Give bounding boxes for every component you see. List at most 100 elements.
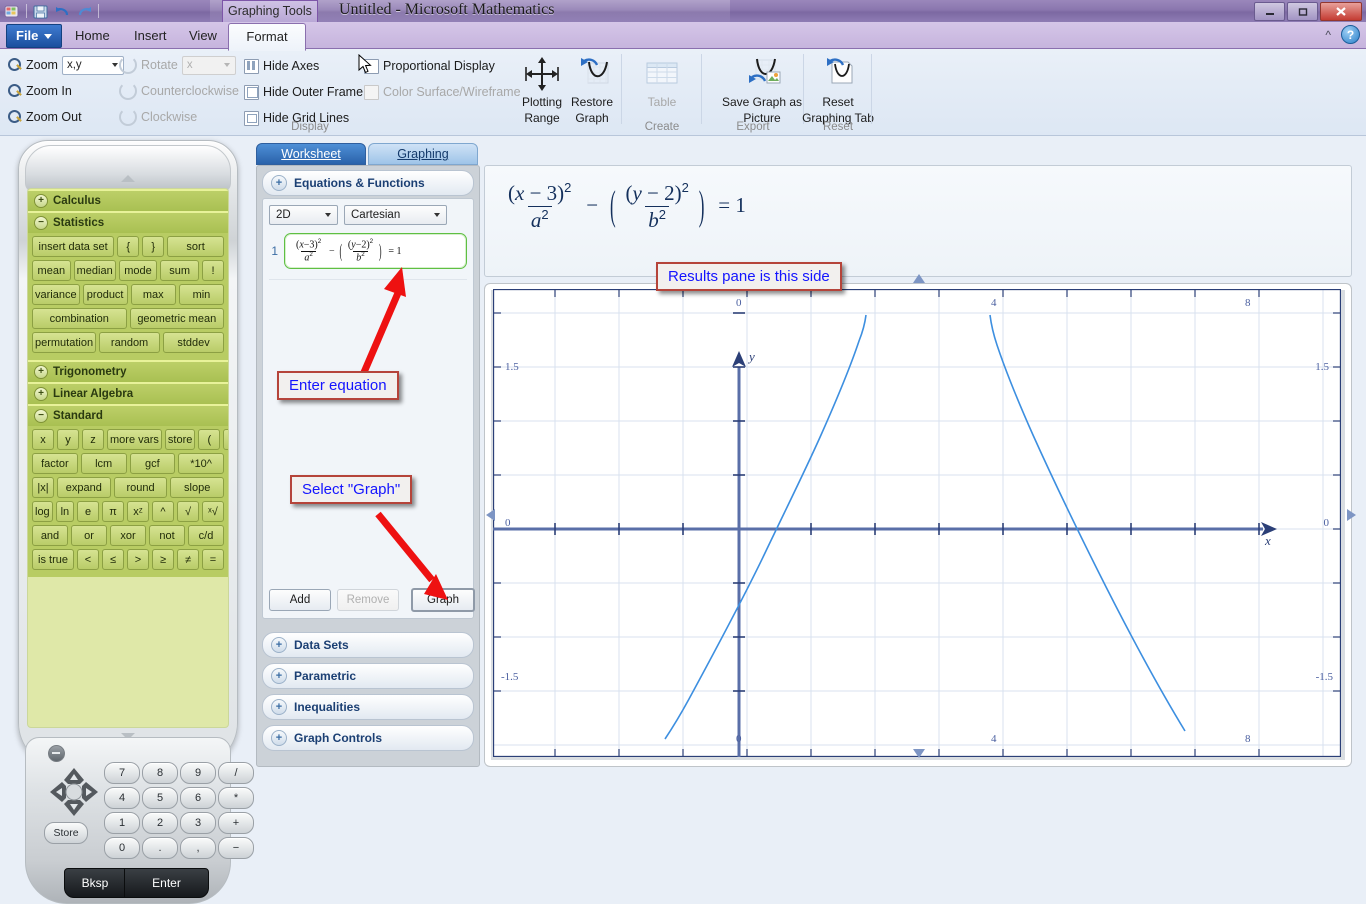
- calc-key[interactable]: log: [32, 501, 53, 522]
- calc-key[interactable]: store: [164, 429, 196, 450]
- zoom-label[interactable]: Zoom: [26, 58, 58, 72]
- calc-key[interactable]: !: [202, 260, 224, 281]
- scroll-up-icon[interactable]: [121, 175, 135, 182]
- equations-functions-header[interactable]: + Equations & Functions: [262, 170, 474, 196]
- save-icon[interactable]: [32, 3, 49, 20]
- pan-down-button[interactable]: [913, 749, 925, 758]
- calc-section-trigonometry[interactable]: + Trigonometry: [28, 360, 228, 382]
- close-button[interactable]: [1320, 2, 1362, 21]
- calc-key[interactable]: slope: [170, 477, 225, 498]
- window-controls[interactable]: [1254, 2, 1362, 21]
- calc-key[interactable]: mode: [118, 260, 158, 281]
- keypad-key[interactable]: 4: [104, 787, 140, 809]
- quick-access-toolbar[interactable]: [4, 1, 99, 21]
- tab-insert[interactable]: Insert: [121, 23, 180, 48]
- calc-key[interactable]: min: [178, 284, 224, 305]
- hide-axes-row[interactable]: Hide Axes: [244, 55, 363, 77]
- calc-key[interactable]: sum: [160, 260, 199, 281]
- calc-key[interactable]: or: [71, 525, 107, 546]
- keypad-key[interactable]: −: [218, 837, 254, 859]
- calc-key[interactable]: ˣ√: [202, 501, 224, 522]
- accordion-graph-controls[interactable]: + Graph Controls: [262, 725, 474, 751]
- restore-graph-button[interactable]: Restore Graph: [556, 50, 628, 137]
- calc-key[interactable]: variance: [32, 284, 80, 305]
- accordion-inequalities[interactable]: + Inequalities: [262, 694, 474, 720]
- undo-icon[interactable]: [54, 3, 71, 20]
- calc-key[interactable]: ): [223, 429, 228, 450]
- calc-key[interactable]: factor: [32, 453, 78, 474]
- calc-key[interactable]: mean: [32, 260, 71, 281]
- keypad-key[interactable]: 5: [142, 787, 178, 809]
- collapse-ribbon-icon[interactable]: ^: [1325, 28, 1331, 42]
- pan-left-button[interactable]: [486, 509, 495, 521]
- calc-key[interactable]: √: [177, 501, 199, 522]
- pan-up-button[interactable]: [913, 274, 925, 283]
- keypad-key[interactable]: 9: [180, 762, 216, 784]
- calc-key[interactable]: =: [202, 549, 224, 570]
- tab-file[interactable]: File: [6, 24, 63, 48]
- calc-key[interactable]: (: [198, 429, 221, 450]
- add-button[interactable]: Add: [269, 589, 331, 611]
- keypad-key[interactable]: +: [218, 812, 254, 834]
- zoom-in-row[interactable]: Zoom In: [8, 80, 124, 102]
- calc-key[interactable]: xᶻ: [127, 501, 149, 522]
- calc-key[interactable]: more vars: [107, 429, 162, 450]
- tab-worksheet[interactable]: Worksheet: [256, 143, 366, 165]
- keypad-key[interactable]: 7: [104, 762, 140, 784]
- calc-key[interactable]: product: [82, 284, 128, 305]
- keypad-key[interactable]: 3: [180, 812, 216, 834]
- calc-key[interactable]: π: [102, 501, 124, 522]
- keypad-key[interactable]: *: [218, 787, 254, 809]
- keypad-key[interactable]: 8: [142, 762, 178, 784]
- zoom-axis-combo[interactable]: x,y: [61, 55, 124, 75]
- calc-section-linear-algebra[interactable]: + Linear Algebra: [28, 382, 228, 404]
- ribbon-help-bar[interactable]: ^ ?: [1325, 25, 1360, 44]
- zoom-out-row[interactable]: Zoom Out: [8, 106, 124, 128]
- calc-key[interactable]: <: [77, 549, 99, 570]
- help-icon[interactable]: ?: [1341, 25, 1360, 44]
- calc-section-calculus[interactable]: + Calculus: [28, 189, 228, 211]
- calc-key[interactable]: xor: [110, 525, 146, 546]
- graph-canvas[interactable]: y x 1.5 0 -1.5 1.5 0 -1.5 0 4 8 0 4 8: [492, 288, 1342, 758]
- calc-key[interactable]: is true: [32, 549, 74, 570]
- calc-key[interactable]: median: [73, 260, 116, 281]
- minimize-button[interactable]: [1254, 2, 1285, 21]
- calc-key[interactable]: {: [117, 236, 140, 257]
- keypad-key[interactable]: /: [218, 762, 254, 784]
- calc-key[interactable]: combination: [32, 308, 127, 329]
- keypad-key[interactable]: 1: [104, 812, 140, 834]
- calc-key[interactable]: *10^: [178, 453, 224, 474]
- calc-key[interactable]: geometric mean: [129, 308, 224, 329]
- pan-right-button[interactable]: [1347, 509, 1356, 521]
- redo-icon[interactable]: [76, 3, 93, 20]
- accordion-parametric[interactable]: + Parametric: [262, 663, 474, 689]
- calc-key[interactable]: stddev: [163, 332, 224, 353]
- keypad-key[interactable]: 6: [180, 787, 216, 809]
- calc-key[interactable]: permutation: [32, 332, 97, 353]
- calc-key[interactable]: y: [57, 429, 79, 450]
- calc-key[interactable]: not: [149, 525, 185, 546]
- calc-key[interactable]: c/d: [188, 525, 224, 546]
- calc-key[interactable]: max: [130, 284, 176, 305]
- calc-key[interactable]: lcm: [80, 453, 127, 474]
- calc-key[interactable]: ≠: [177, 549, 199, 570]
- keypad-key[interactable]: 2: [142, 812, 178, 834]
- app-icon[interactable]: [4, 3, 21, 20]
- coordinate-system-select[interactable]: Cartesian: [344, 205, 447, 225]
- calc-key[interactable]: gcf: [129, 453, 176, 474]
- calc-key[interactable]: |x|: [32, 477, 54, 498]
- calc-section-statistics[interactable]: − Statistics: [28, 211, 228, 233]
- calc-key[interactable]: expand: [57, 477, 111, 498]
- tab-graphing[interactable]: Graphing: [368, 143, 478, 165]
- calc-key[interactable]: sort: [167, 236, 224, 257]
- calc-key[interactable]: z: [82, 429, 104, 450]
- keypad-key[interactable]: 0: [104, 837, 140, 859]
- calc-key[interactable]: e: [77, 501, 99, 522]
- proportional-display-row[interactable]: Proportional Display: [364, 55, 521, 77]
- dpad-icon[interactable]: [48, 766, 100, 818]
- calc-key[interactable]: random: [99, 332, 161, 353]
- equation-input[interactable]: (x−3)2 a2 − ( (y−2)2 b2 ) = 1: [284, 233, 467, 269]
- keypad-key[interactable]: ,: [180, 837, 216, 859]
- tab-view[interactable]: View: [176, 23, 230, 48]
- calc-key[interactable]: x: [32, 429, 54, 450]
